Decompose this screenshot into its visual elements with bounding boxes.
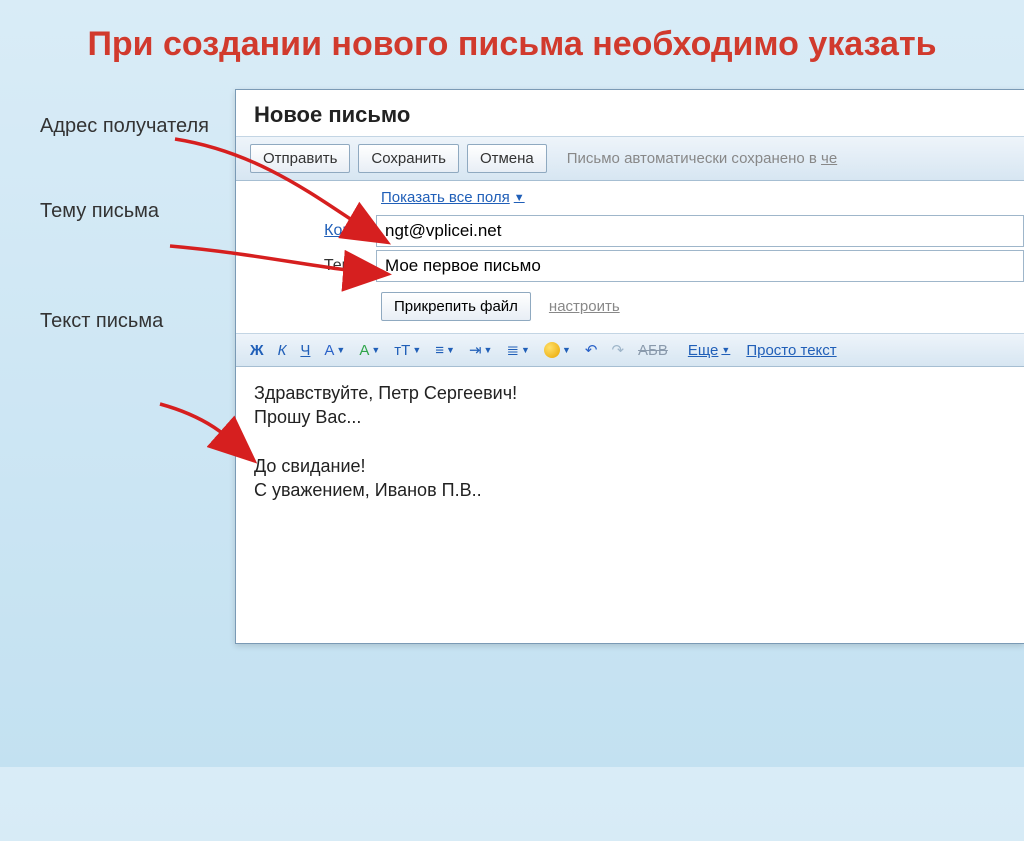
send-button[interactable]: Отправить [250, 144, 350, 173]
list-button[interactable]: ≣▼ [502, 339, 534, 361]
callout-subject: Тему письма [40, 199, 230, 224]
emoji-icon [544, 342, 560, 358]
save-button[interactable]: Сохранить [358, 144, 459, 173]
to-label[interactable]: Кому: [236, 222, 376, 240]
compose-toolbar: Отправить Сохранить Отмена Письмо автома… [236, 136, 1024, 181]
attach-button[interactable]: Прикрепить файл [381, 292, 531, 321]
to-input[interactable] [376, 215, 1024, 247]
cancel-button[interactable]: Отмена [467, 144, 547, 173]
subject-label: Тема: [236, 257, 376, 275]
editor-toolbar: Ж К Ч А▼ А▼ тТ▼ ≡▼ ⇥▼ ≣▼ ▼ ↶ ↷ АБВ Еще▼ … [236, 333, 1024, 367]
align-button[interactable]: ≡▼ [431, 340, 459, 361]
show-all-fields-link[interactable]: Показать все поля ▼ [381, 189, 525, 206]
compose-form: Показать все поля ▼ Кому: Тема: Прикрепи… [236, 181, 1024, 333]
emoji-button[interactable]: ▼ [540, 340, 575, 360]
attach-row: Прикрепить файл настроить [381, 292, 1024, 321]
italic-button[interactable]: К [274, 340, 291, 361]
configure-link[interactable]: настроить [549, 298, 620, 315]
underline-button[interactable]: Ч [296, 340, 314, 361]
font-color-button[interactable]: А▼ [320, 340, 349, 361]
to-row: Кому: [236, 215, 1024, 247]
slide-body: Адрес получателя Тему письма Текст письм… [0, 74, 1024, 674]
plain-text-link[interactable]: Просто текст [746, 342, 836, 359]
font-size-button[interactable]: тТ▼ [390, 340, 425, 361]
chevron-down-icon: ▼ [514, 192, 525, 204]
body-line: Здравствуйте, Петр Сергеевич! [254, 381, 1006, 405]
more-link[interactable]: Еще▼ [688, 342, 730, 359]
bold-button[interactable]: Ж [246, 340, 268, 361]
callout-body: Текст письма [40, 309, 230, 334]
highlight-button[interactable]: А▼ [355, 340, 384, 361]
body-line: Прошу Вас... [254, 405, 1006, 429]
message-body[interactable]: Здравствуйте, Петр Сергеевич! Прошу Вас.… [236, 367, 1024, 516]
compose-window: Новое письмо Отправить Сохранить Отмена … [235, 89, 1024, 644]
autosave-status: Письмо автоматически сохранено в че [567, 150, 837, 167]
strikethrough-button[interactable]: АБВ [634, 340, 672, 361]
indent-button[interactable]: ⇥▼ [465, 339, 497, 361]
redo-button[interactable]: ↷ [607, 339, 628, 361]
slide-title: При создании нового письма необходимо ук… [0, 0, 1024, 74]
body-line: С уважением, Иванов П.В.. [254, 478, 1006, 502]
undo-button[interactable]: ↶ [581, 339, 602, 361]
callout-recipient: Адрес получателя [40, 114, 230, 139]
subject-row: Тема: [236, 250, 1024, 282]
callout-labels: Адрес получателя Тему письма Текст письм… [40, 104, 230, 394]
subject-input[interactable] [376, 250, 1024, 282]
compose-title: Новое письмо [236, 90, 1024, 136]
body-line: До свидание! [254, 454, 1006, 478]
